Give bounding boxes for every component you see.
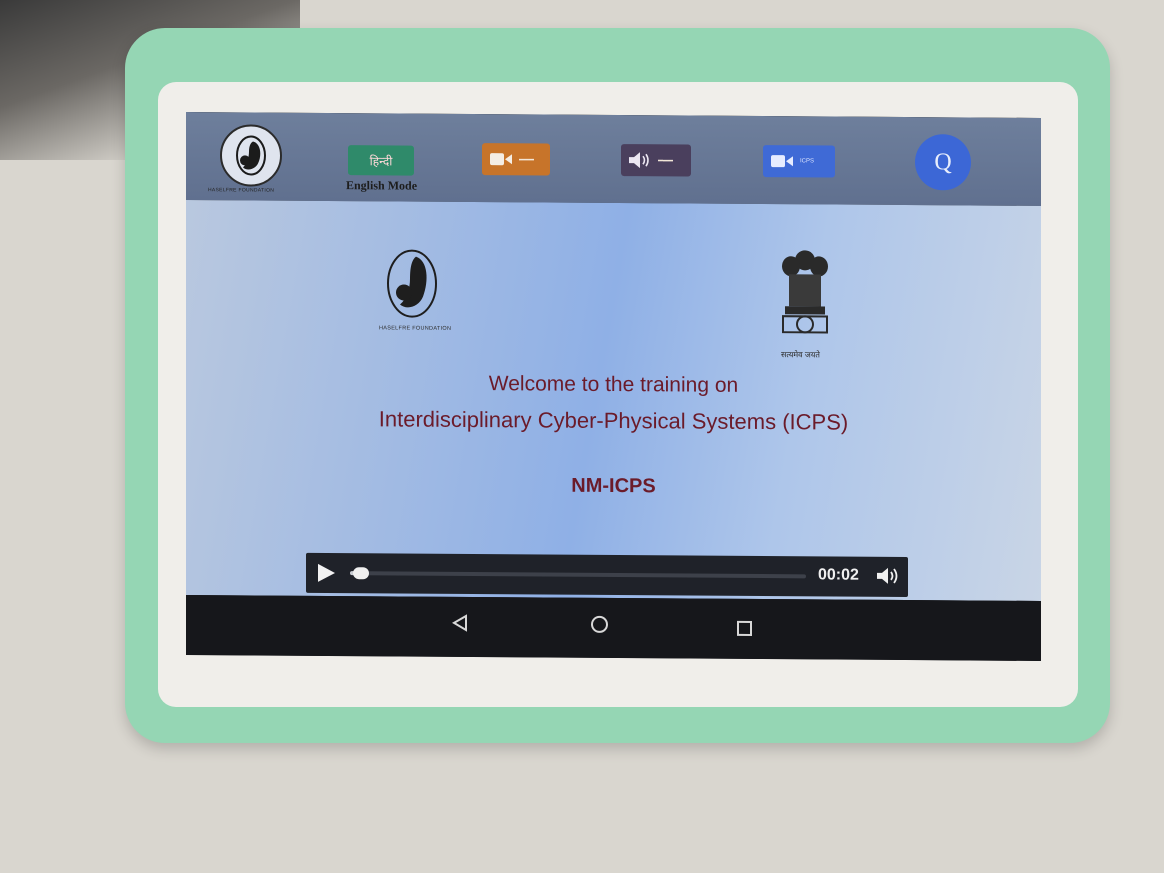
android-navigation-bar bbox=[186, 595, 1041, 661]
tablet-screen: HASELFRE FOUNDATION हिन्दी English Mode … bbox=[186, 112, 1041, 661]
speaker-icon bbox=[629, 152, 649, 169]
language-mode-label: English Mode bbox=[346, 178, 418, 193]
home-circle-icon[interactable] bbox=[591, 615, 608, 633]
video-player-controls: 00:02 bbox=[306, 552, 908, 598]
icps-button-label: ICPS bbox=[800, 158, 815, 165]
audio-button[interactable]: ▬▬▬ bbox=[621, 144, 691, 177]
current-time: 00:02 bbox=[818, 566, 859, 584]
seek-bar[interactable] bbox=[350, 567, 806, 580]
emblem-caption: सत्यमेव जयते bbox=[781, 350, 820, 360]
play-icon[interactable] bbox=[318, 563, 335, 583]
video-camera-icon bbox=[771, 155, 793, 168]
program-name: NM-ICPS bbox=[571, 474, 656, 498]
welcome-heading: Welcome to the training on bbox=[488, 372, 739, 397]
mother-child-icon bbox=[236, 135, 266, 176]
haselfre-foundation-logo[interactable] bbox=[220, 124, 282, 187]
back-triangle-icon[interactable] bbox=[452, 614, 468, 632]
hindi-language-button[interactable]: हिन्दी bbox=[348, 145, 414, 176]
recent-square-icon[interactable] bbox=[737, 620, 752, 636]
haselfre-caption: HASELFRE FOUNDATION bbox=[379, 325, 452, 332]
org-logo-caption: HASELFRE FOUNDATION bbox=[208, 187, 275, 194]
video-button[interactable]: ▬▬▬ bbox=[482, 143, 550, 176]
haselfre-foundation-logo-large bbox=[387, 249, 437, 318]
top-toolbar: HASELFRE FOUNDATION हिन्दी English Mode … bbox=[186, 112, 1041, 206]
audio-button-label: ▬▬▬ bbox=[658, 157, 673, 164]
volume-icon[interactable] bbox=[877, 567, 899, 585]
video-content-area: HASELFRE FOUNDATION सत्यमेव जयते Welcome… bbox=[186, 200, 1041, 601]
video-camera-icon bbox=[490, 153, 512, 166]
quiz-button[interactable]: Q bbox=[915, 134, 971, 191]
icps-video-button[interactable]: ICPS bbox=[763, 145, 835, 178]
training-subtitle: Interdisciplinary Cyber-Physical Systems… bbox=[378, 406, 849, 435]
video-button-label: ▬▬▬ bbox=[519, 156, 534, 163]
seek-thumb[interactable] bbox=[352, 567, 369, 580]
national-emblem-icon bbox=[782, 250, 828, 334]
